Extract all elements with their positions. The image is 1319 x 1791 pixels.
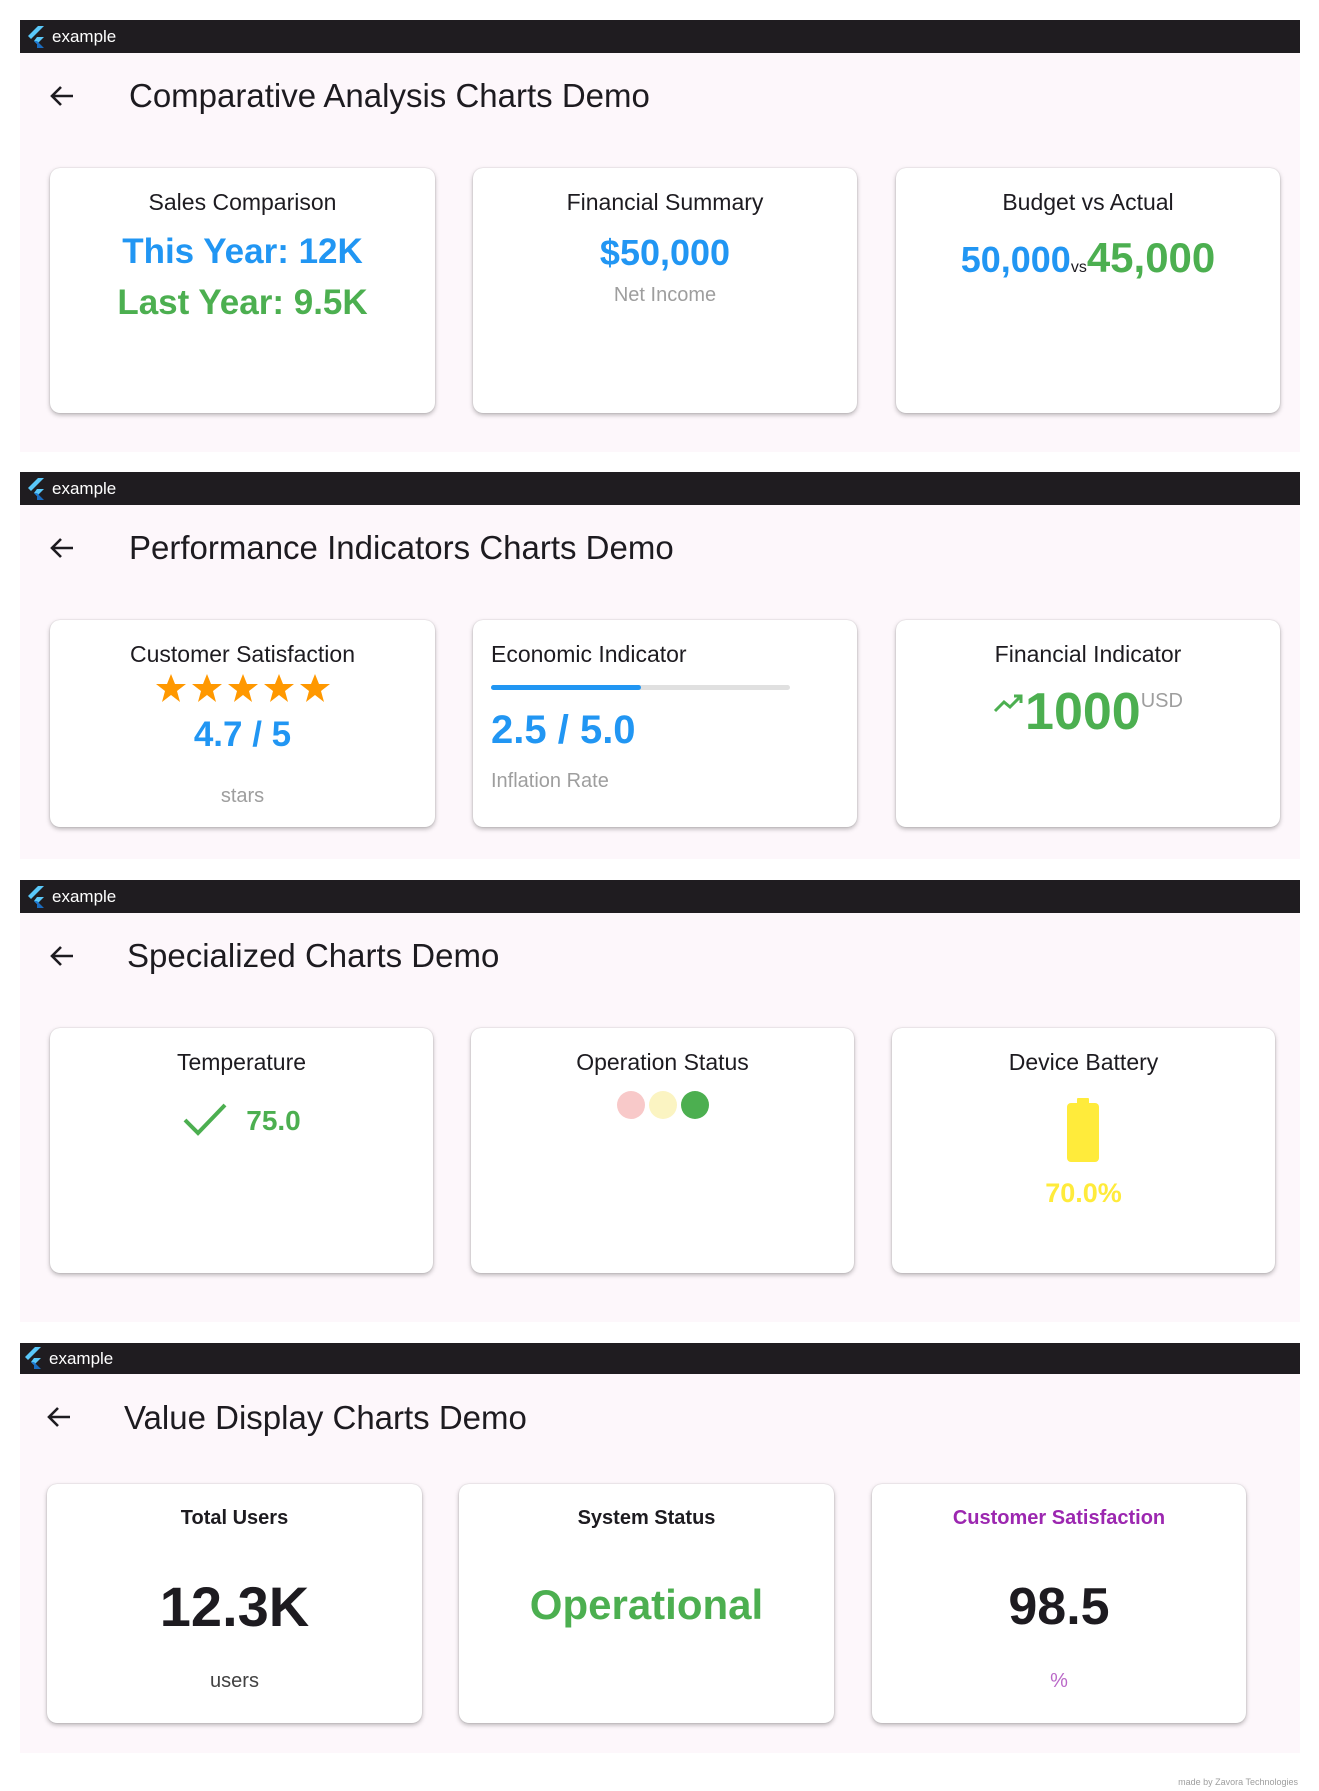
star-rating <box>50 673 435 707</box>
card-title: Sales Comparison <box>148 189 337 215</box>
titlebar: example <box>20 880 1300 913</box>
device-battery-card: Device Battery 70.0% <box>892 1028 1275 1273</box>
page-title: Value Display Charts Demo <box>124 1399 527 1436</box>
app-title: example <box>52 479 117 498</box>
card-title: Economic Indicator <box>491 641 687 667</box>
titlebar: example <box>20 472 1300 505</box>
card-title: Total Users <box>180 1507 289 1529</box>
card-title: Customer Satisfaction <box>952 1507 1166 1529</box>
traffic-lights <box>471 1091 854 1123</box>
app-title: example <box>52 27 117 46</box>
temperature-row: 75.0 <box>50 1100 433 1138</box>
back-arrow-icon[interactable] <box>47 533 77 563</box>
back-arrow-icon[interactable] <box>44 1402 74 1432</box>
indicator-row: 1000USD <box>896 682 1280 742</box>
app-title: example <box>49 1349 114 1368</box>
this-year-value: This Year: 12K <box>122 232 363 271</box>
window-comparative-analysis: example Comparative Analysis Charts Demo… <box>20 20 1300 452</box>
check-icon <box>183 1103 227 1136</box>
battery-value: 70.0% <box>1045 1178 1122 1208</box>
flutter-logo-icon <box>25 1347 41 1369</box>
status-light-yellow <box>648 1091 677 1119</box>
card-title: Temperature <box>176 1049 307 1075</box>
budget-value: 50,000 <box>960 239 1071 280</box>
users-value: 12.3K <box>159 1575 310 1638</box>
inflation-label: Inflation Rate <box>491 770 609 792</box>
rating-unit: stars <box>220 785 265 807</box>
indicator-value: 1000 <box>1025 683 1141 741</box>
vs-label: vs <box>1070 259 1087 276</box>
progress-track <box>491 685 790 690</box>
budget-actual-row: 50,000vs45,000 <box>896 234 1280 282</box>
flutter-logo-icon <box>28 478 44 500</box>
sales-comparison-card: Sales Comparison This Year: 12K Last Yea… <box>50 168 435 413</box>
page-title: Specialized Charts Demo <box>127 937 500 974</box>
actual-value: 45,000 <box>1086 234 1216 281</box>
trending-up-icon <box>993 694 1023 713</box>
flutter-logo-icon <box>28 26 44 48</box>
total-users-card: Total Users 12.3K users <box>47 1484 422 1723</box>
back-arrow-icon[interactable] <box>47 941 77 971</box>
budget-vs-actual-card: Budget vs Actual 50,000vs45,000 <box>896 168 1280 413</box>
system-status-card: System Status Operational <box>459 1484 834 1723</box>
users-unit: users <box>210 1670 259 1692</box>
temperature-value: 75.0 <box>246 1105 301 1136</box>
window-performance-indicators: example Performance Indicators Charts De… <box>20 472 1300 859</box>
inflation-value: 2.5 / 5.0 <box>491 708 636 752</box>
star-icon <box>227 674 258 702</box>
card-title: System Status <box>577 1507 716 1529</box>
star-icon <box>191 674 222 702</box>
indicator-unit: USD <box>1140 690 1183 712</box>
net-income-label: Net Income <box>613 284 717 306</box>
star-icon <box>263 674 294 702</box>
titlebar: example <box>20 20 1300 53</box>
status-light-red <box>616 1091 645 1119</box>
economic-indicator-card: Economic Indicator 2.5 / 5.0 Inflation R… <box>473 620 857 827</box>
app-title: example <box>52 887 117 906</box>
rating-value: 4.7 / 5 <box>193 715 292 754</box>
card-title: Budget vs Actual <box>1002 189 1174 215</box>
financial-summary-card: Financial Summary $50,000 Net Income <box>473 168 857 413</box>
financial-indicator-card: Financial Indicator 1000USD <box>896 620 1280 827</box>
progress-fill <box>491 685 641 690</box>
titlebar: example <box>20 1343 1300 1374</box>
csat-value: 98.5 <box>1008 1578 1110 1636</box>
page-title: Performance Indicators Charts Demo <box>129 529 674 566</box>
card-title: Financial Indicator <box>994 641 1182 667</box>
page-title: Comparative Analysis Charts Demo <box>129 77 650 114</box>
net-income-value: $50,000 <box>599 232 731 273</box>
flutter-logo-icon <box>28 886 44 908</box>
back-arrow-icon[interactable] <box>47 81 77 111</box>
system-status-value: Operational <box>529 1581 764 1628</box>
csat-unit: % <box>1050 1670 1068 1692</box>
window-value-display: example Value Display Charts Demo Total … <box>20 1343 1300 1753</box>
footer-credit: made by Zavora Technologies <box>1178 1777 1298 1787</box>
last-year-value: Last Year: 9.5K <box>117 283 368 322</box>
customer-satisfaction-value-card: Customer Satisfaction 98.5 % <box>872 1484 1246 1723</box>
customer-satisfaction-card: Customer Satisfaction 4.7 / 5 stars <box>50 620 435 827</box>
window-specialized-charts: example Specialized Charts Demo Temperat… <box>20 880 1300 1322</box>
battery-icon <box>1067 1098 1099 1162</box>
temperature-card: Temperature 75.0 <box>50 1028 433 1273</box>
star-icon <box>155 674 186 702</box>
card-title: Financial Summary <box>566 189 764 215</box>
card-title: Device Battery <box>1008 1049 1159 1075</box>
operation-status-card: Operation Status <box>471 1028 854 1273</box>
card-title: Customer Satisfaction <box>130 641 355 667</box>
card-title: Operation Status <box>576 1049 749 1075</box>
star-icon <box>299 674 330 702</box>
status-light-green <box>680 1091 709 1119</box>
